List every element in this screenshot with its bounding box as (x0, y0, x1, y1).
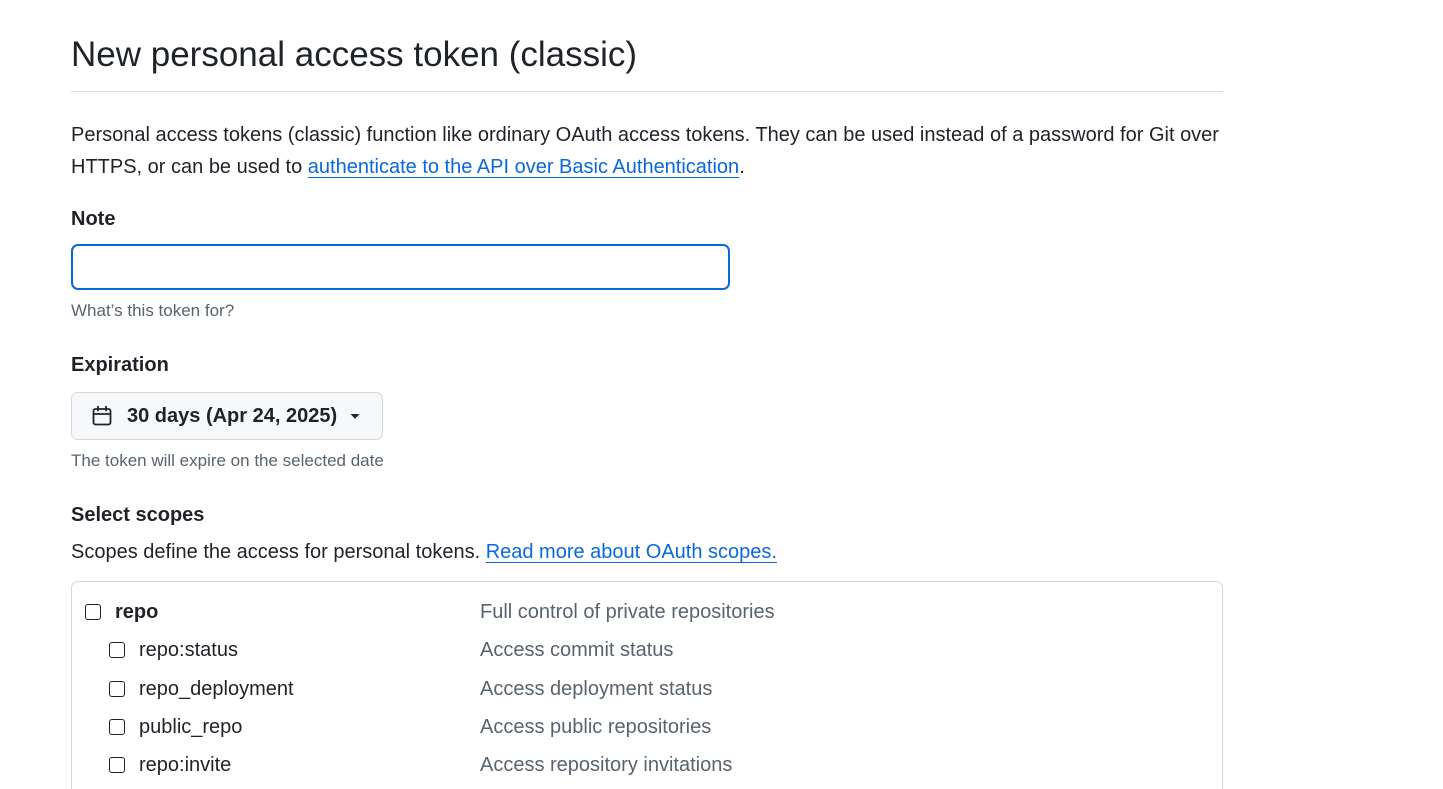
page: New personal access token (classic) Pers… (0, 0, 1443, 789)
scope-description: Access repository invitations (480, 754, 733, 777)
expiration-hint: The token will expire on the selected da… (71, 451, 384, 470)
note-label: Note (71, 208, 116, 230)
note-hint: What’s this token for? (71, 301, 235, 320)
scopes-list: repo Full control of private repositorie… (71, 581, 1223, 789)
scopes-description-text: Scopes define the access for personal to… (71, 541, 486, 563)
scope-row-public-repo: public_repo Access public repositories (72, 710, 1222, 748)
intro-paragraph: Personal access tokens (classic) functio… (71, 119, 1223, 183)
scope-description: Access commit status (480, 639, 674, 662)
scope-checkbox-repo[interactable] (85, 604, 101, 620)
expiration-selected: 30 days (Apr 24, 2025) (127, 404, 338, 427)
scope-description: Access deployment status (480, 677, 713, 700)
title-divider (71, 91, 1223, 92)
scope-checkbox-public-repo[interactable] (109, 718, 125, 735)
note-input[interactable] (71, 244, 730, 290)
basic-auth-link[interactable]: authenticate to the API over Basic Authe… (308, 156, 739, 178)
scope-name: repo_deployment (139, 677, 294, 700)
scope-checkbox-repo-invite[interactable] (109, 757, 125, 774)
scope-name: repo:status (139, 639, 238, 662)
scope-name: repo (115, 601, 159, 623)
expiration-dropdown[interactable]: 30 days (Apr 24, 2025) (71, 392, 383, 440)
scope-description: Access public repositories (480, 715, 712, 738)
calendar-icon (90, 404, 114, 428)
scopes-label: Select scopes (71, 504, 205, 526)
scope-name: public_repo (139, 715, 243, 738)
scope-checkbox-repo-status[interactable] (109, 642, 125, 659)
scope-row-repo-invite: repo:invite Access repository invitation… (72, 748, 1222, 786)
scope-row-repo-status: repo:status Access commit status (72, 633, 1222, 671)
main-content: New personal access token (classic) Pers… (71, 0, 1223, 789)
scope-description: Full control of private repositories (480, 601, 775, 623)
page-title: New personal access token (classic) (71, 35, 638, 74)
scope-row-repo-deployment: repo_deployment Access deployment status (72, 672, 1222, 710)
expiration-label: Expiration (71, 354, 169, 376)
oauth-scopes-link[interactable]: Read more about OAuth scopes. (486, 541, 777, 563)
scope-name: repo:invite (139, 754, 232, 777)
intro-text-end: . (739, 156, 745, 178)
triangle-down-icon (348, 409, 362, 423)
scopes-description: Scopes define the access for personal to… (71, 539, 1223, 565)
scope-row-repo: repo Full control of private repositorie… (72, 595, 1222, 633)
scope-checkbox-repo-deployment[interactable] (109, 680, 125, 697)
